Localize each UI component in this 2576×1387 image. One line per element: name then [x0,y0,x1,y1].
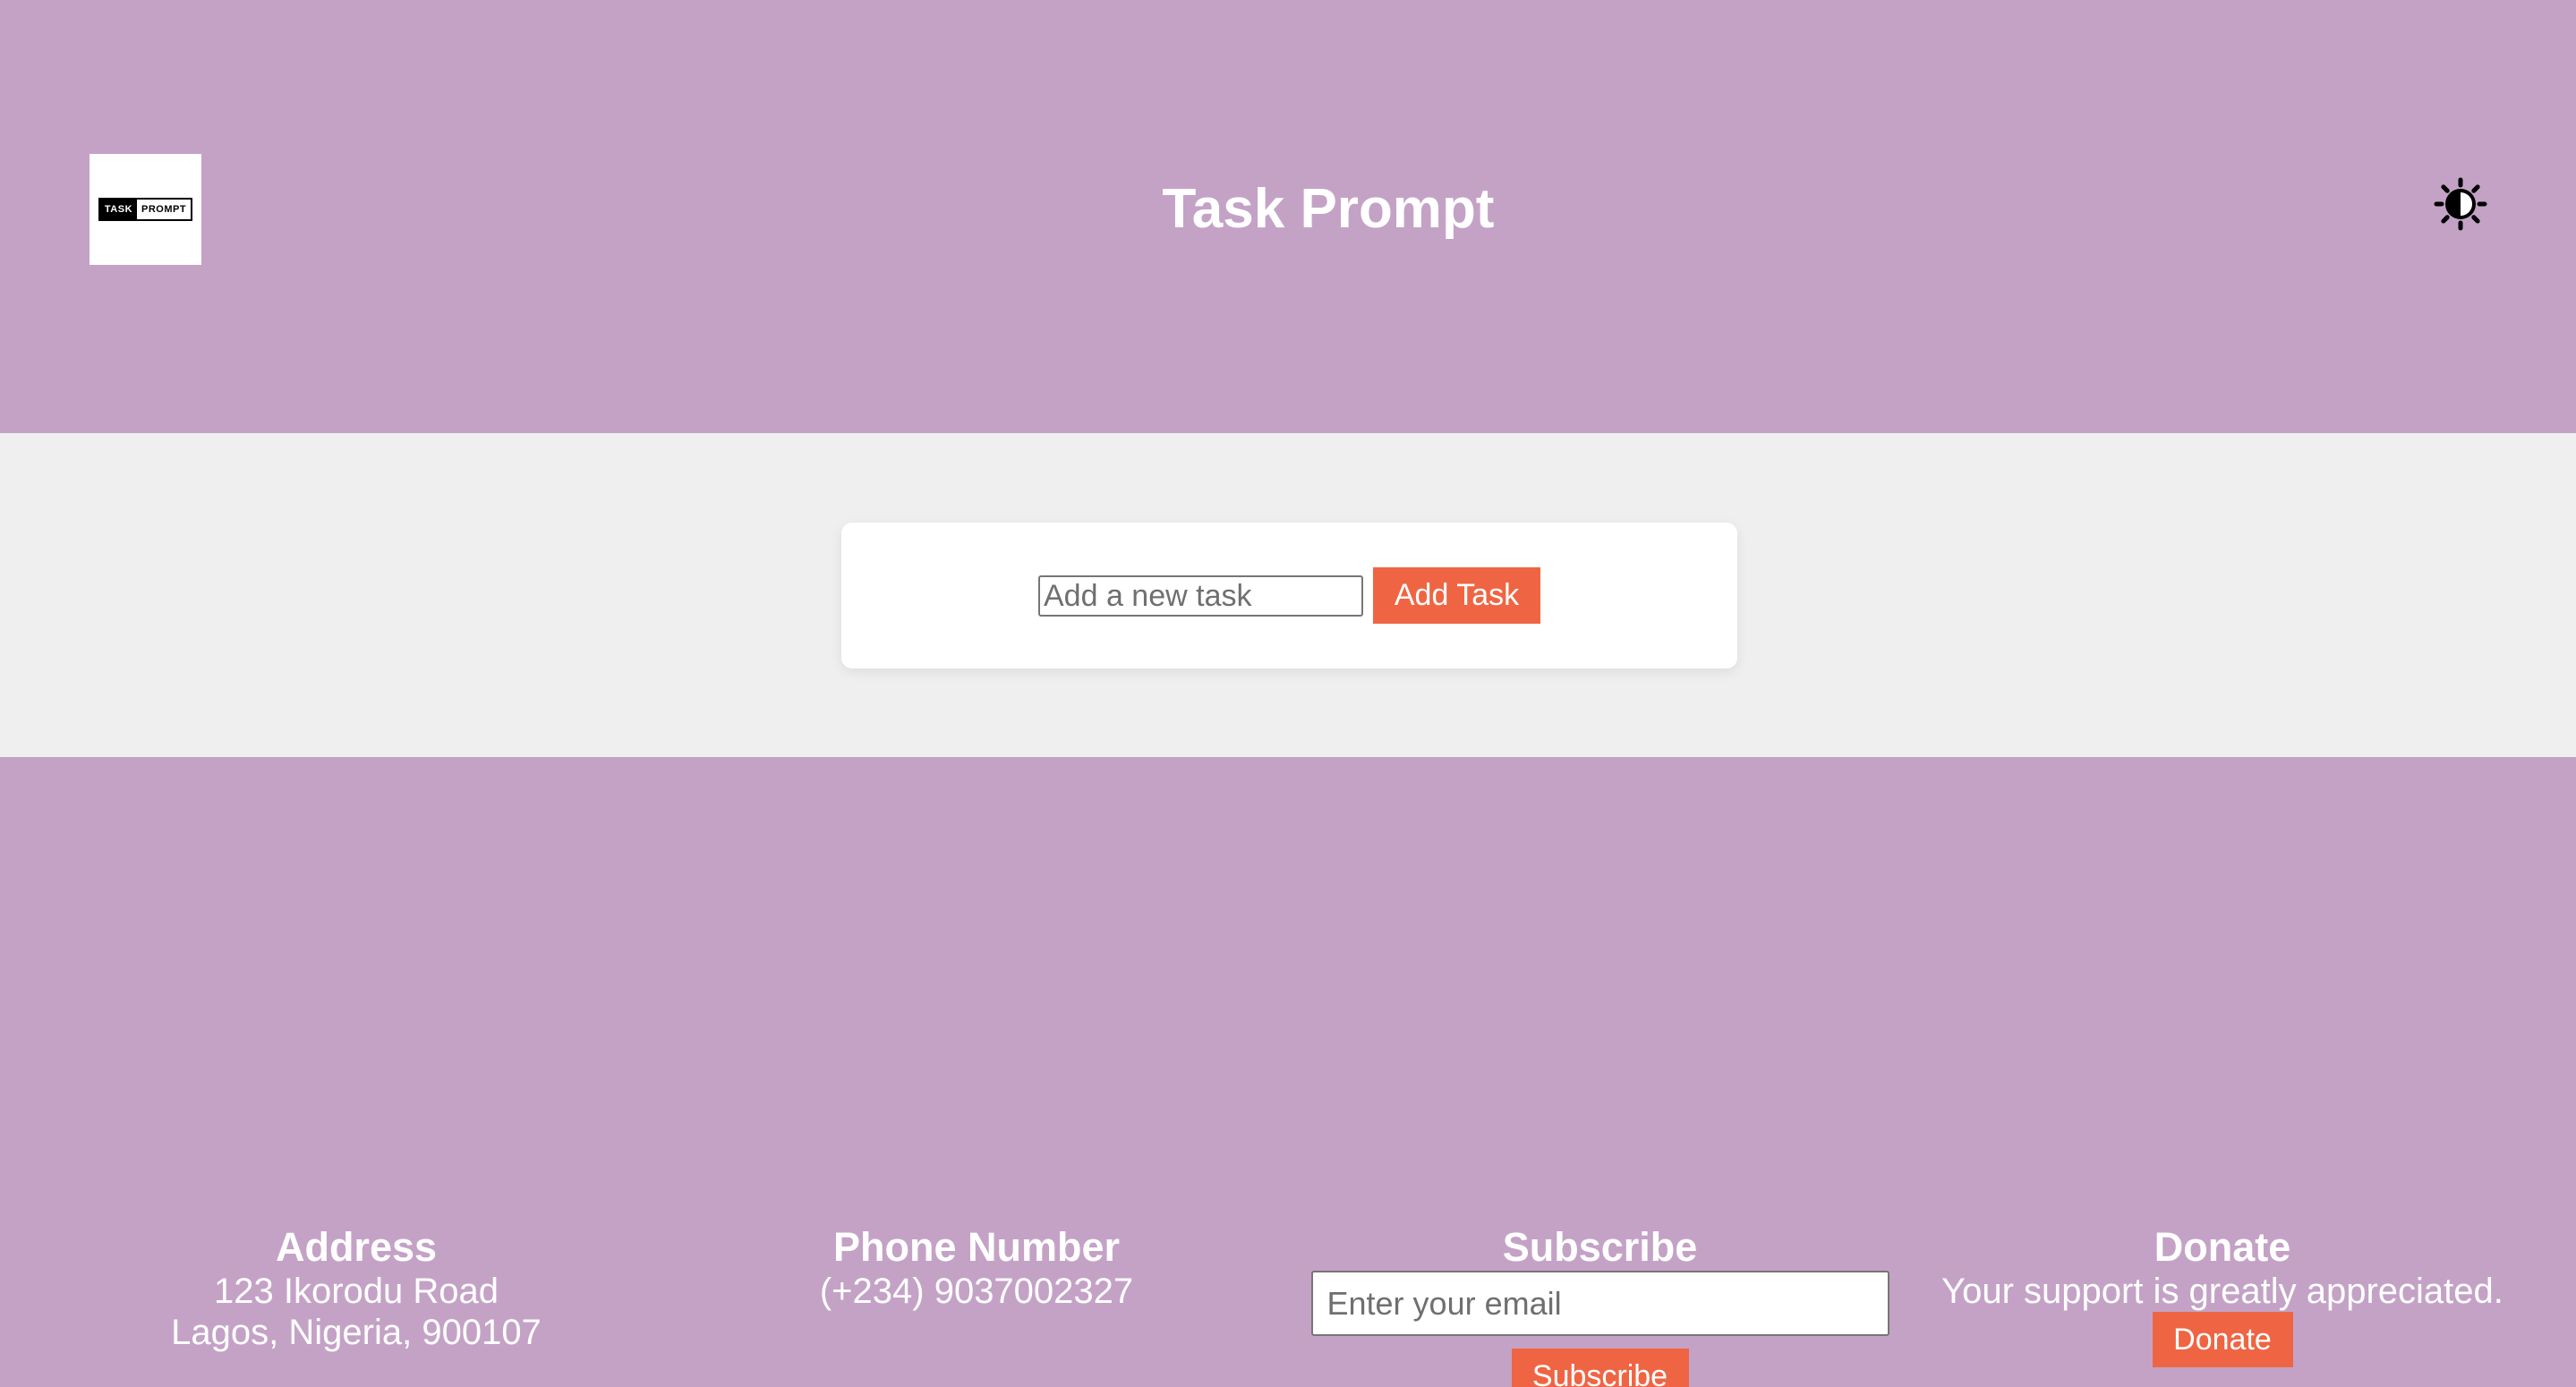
footer-donate-section: Donate Your support is greatly appreciat… [1871,1224,2574,1367]
page-title: Task Prompt [1162,178,1495,240]
donate-title: Donate [2154,1224,2291,1270]
footer-address-section: Address 123 Ikorodu Road Lagos, Nigeria,… [0,1224,712,1353]
address-line-1: 123 Ikorodu Road [213,1272,499,1311]
theme-toggle-button[interactable] [2433,176,2488,232]
address-title: Address [275,1224,438,1270]
subscribe-button[interactable]: Subscribe [1511,1349,1689,1387]
site-header: TASK PROMPT Task Prompt [0,0,2576,433]
brightness-contrast-icon [2434,177,2487,231]
donate-button[interactable]: Donate [2152,1312,2293,1367]
footer-phone-section: Phone Number (+234) 9037002327 [623,1224,1330,1312]
email-input[interactable] [1310,1271,1889,1336]
donate-text: Your support is greatly appreciated. [1941,1272,2503,1311]
main-content: Add Task [0,433,2576,757]
phone-title: Phone Number [832,1224,1121,1270]
subscribe-title: Subscribe [1502,1224,1698,1270]
footer-subscribe-section: Subscribe Subscribe [1244,1224,1956,1387]
phone-number: (+234) 9037002327 [819,1272,1134,1311]
add-task-button[interactable]: Add Task [1373,567,1540,624]
task-form-card: Add Task [841,523,1737,668]
site-footer: Address 123 Ikorodu Road Lagos, Nigeria,… [0,757,2576,1387]
address-line-2: Lagos, Nigeria, 900107 [171,1313,542,1352]
task-input[interactable] [1038,575,1363,617]
